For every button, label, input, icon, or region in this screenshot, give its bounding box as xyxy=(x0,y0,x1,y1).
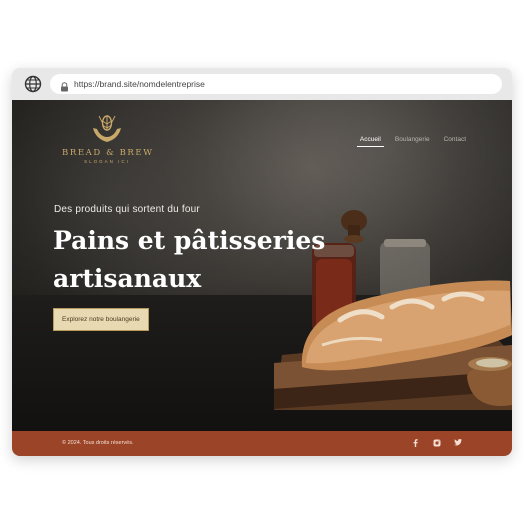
social-links xyxy=(411,438,462,447)
twitter-icon[interactable] xyxy=(453,438,462,447)
lock-icon xyxy=(60,79,69,92)
nav-item-boulangerie[interactable]: Boulangerie xyxy=(395,136,430,147)
nav-item-contact[interactable]: Contact xyxy=(444,136,466,147)
explore-bakery-button[interactable]: Explorez notre boulangerie xyxy=(53,308,149,331)
hero-title: Pains et pâtisseries artisanaux xyxy=(53,226,326,293)
main-nav: Accueil Boulangerie Contact xyxy=(356,136,466,147)
brand-name: BREAD & BREW xyxy=(62,148,154,158)
wheat-hands-icon xyxy=(93,115,121,142)
brand-logo[interactable]: BREAD & BREW SLOGAN ICI xyxy=(62,112,152,172)
instagram-icon[interactable] xyxy=(432,438,441,447)
globe-icon xyxy=(24,75,42,93)
site-footer: © 2024. Tous droits réservés. xyxy=(12,431,512,456)
brand-slogan: SLOGAN ICI xyxy=(84,159,130,164)
copyright-text: © 2024. Tous droits réservés. xyxy=(62,440,134,446)
browser-toolbar: https://brand.site/nomdelentreprise xyxy=(12,68,512,100)
hero-subtitle: Des produits qui sortent du four xyxy=(54,204,200,215)
nav-item-accueil[interactable]: Accueil xyxy=(356,136,384,147)
facebook-icon[interactable] xyxy=(411,438,420,447)
website-hero: BREAD & BREW SLOGAN ICI Accueil Boulange… xyxy=(12,100,512,431)
url-text: https://brand.site/nomdelentreprise xyxy=(74,79,205,89)
address-bar[interactable]: https://brand.site/nomdelentreprise xyxy=(50,74,502,94)
browser-window: https://brand.site/nomdelentreprise BREA… xyxy=(12,68,512,456)
